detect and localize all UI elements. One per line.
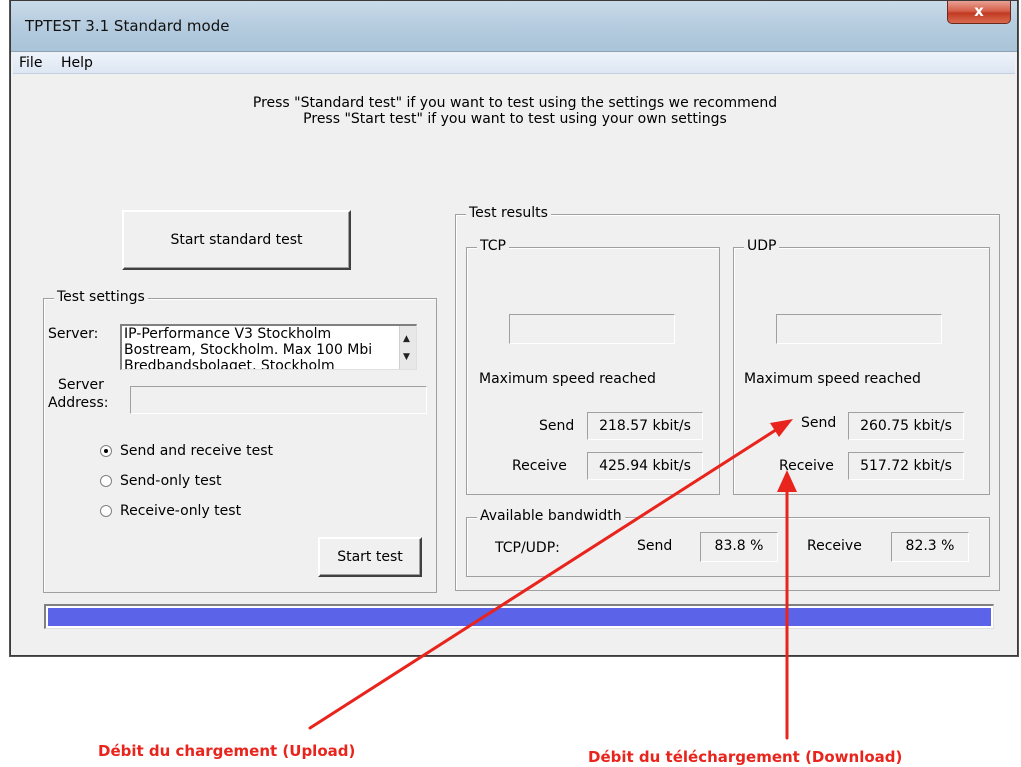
annotation-arrows: [308, 419, 797, 740]
upload-annotation: Débit du chargement (Upload): [98, 742, 356, 760]
upload-arrow-head: [770, 419, 793, 437]
upload-arrow-line: [308, 424, 784, 730]
download-arrow-head: [777, 470, 797, 492]
download-annotation: Débit du téléchargement (Download): [588, 748, 903, 766]
